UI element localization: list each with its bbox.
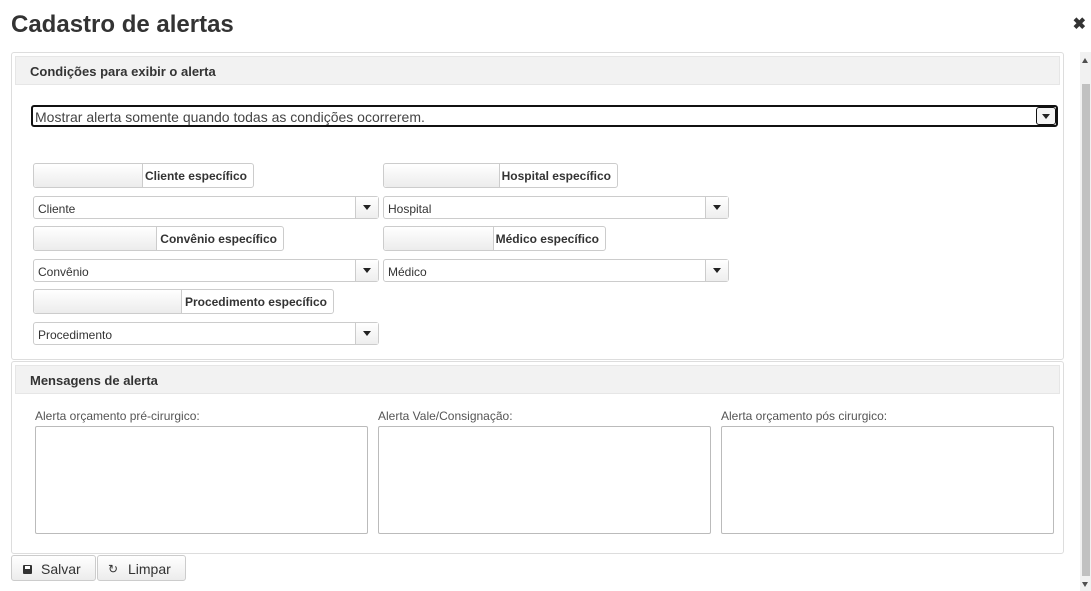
dialog-content: Condições para exibir o alerta Mostrar a…	[0, 52, 1080, 591]
vertical-scrollbar[interactable]	[1080, 52, 1091, 591]
convenio-especifico-toggle[interactable]: Convênio específico	[33, 226, 284, 251]
hospital-select[interactable]: Hospital	[383, 196, 729, 219]
clear-button-label: Limpar	[128, 561, 171, 577]
caret-down-icon	[713, 205, 721, 210]
pos-cirurgico-textarea[interactable]	[721, 426, 1054, 534]
save-button[interactable]: Salvar	[11, 555, 96, 581]
procedimento-select[interactable]: Procedimento	[33, 322, 379, 345]
caret-down-icon	[363, 331, 371, 336]
cliente-especifico-label: Cliente específico	[144, 169, 247, 183]
procedimento-select-value: Procedimento	[38, 328, 113, 342]
toggle-switch[interactable]	[384, 227, 494, 250]
refresh-icon: ↻	[108, 562, 119, 576]
messages-panel: Mensagens de alerta Alerta orçamento pré…	[11, 361, 1064, 554]
dialog-titlebar: Cadastro de alertas ✖	[0, 0, 1091, 52]
pre-cirurgico-label: Alerta orçamento pré-cirurgico:	[35, 409, 200, 423]
scrollbar-thumb[interactable]	[1082, 84, 1090, 576]
cliente-select-value: Cliente	[38, 202, 76, 216]
clear-button[interactable]: ↻ Limpar	[97, 555, 186, 581]
hospital-dropdown-button[interactable]	[705, 197, 728, 218]
procedimento-especifico-toggle[interactable]: Procedimento específico	[33, 289, 334, 314]
condition-mode-value: Mostrar alerta somente quando todas as c…	[35, 109, 425, 125]
convenio-especifico-label: Convênio específico	[160, 232, 277, 246]
procedimento-especifico-label: Procedimento específico	[184, 295, 327, 309]
medico-especifico-label: Médico específico	[495, 232, 599, 246]
procedimento-dropdown-button[interactable]	[355, 323, 378, 344]
caret-down-icon	[363, 268, 371, 273]
conditions-panel-header: Condições para exibir o alerta	[15, 56, 1060, 85]
save-button-label: Salvar	[41, 561, 81, 577]
toggle-switch[interactable]	[34, 227, 157, 250]
medico-dropdown-button[interactable]	[705, 260, 728, 281]
condition-mode-dropdown-button[interactable]	[1036, 107, 1056, 125]
toggle-switch[interactable]	[384, 164, 500, 187]
messages-panel-header: Mensagens de alerta	[15, 365, 1060, 394]
messages-panel-title: Mensagens de alerta	[30, 373, 158, 388]
cliente-select[interactable]: Cliente	[33, 196, 379, 219]
caret-down-icon	[713, 268, 721, 273]
hospital-select-value: Hospital	[388, 202, 432, 216]
vale-consignacao-label: Alerta Vale/Consignação:	[378, 409, 513, 423]
cliente-especifico-toggle[interactable]: Cliente específico	[33, 163, 254, 188]
pre-cirurgico-textarea[interactable]	[35, 426, 368, 534]
medico-select[interactable]: Médico	[383, 259, 729, 282]
hospital-especifico-toggle[interactable]: Hospital específico	[383, 163, 618, 188]
caret-down-icon	[1042, 114, 1050, 119]
conditions-panel: Condições para exibir o alerta Mostrar a…	[11, 52, 1064, 360]
scroll-down-arrow-icon[interactable]	[1082, 582, 1088, 587]
caret-down-icon	[363, 205, 371, 210]
conditions-panel-title: Condições para exibir o alerta	[30, 64, 216, 79]
hospital-especifico-label: Hospital específico	[501, 169, 611, 183]
vale-consignacao-textarea[interactable]	[378, 426, 711, 534]
condition-mode-select[interactable]: Mostrar alerta somente quando todas as c…	[31, 105, 1058, 127]
pos-cirurgico-label: Alerta orçamento pós cirurgico:	[721, 409, 888, 423]
scroll-up-arrow-icon[interactable]	[1082, 58, 1088, 63]
medico-especifico-toggle[interactable]: Médico específico	[383, 226, 606, 251]
convenio-dropdown-button[interactable]	[355, 260, 378, 281]
medico-select-value: Médico	[388, 265, 427, 279]
toggle-switch[interactable]	[34, 164, 143, 187]
convenio-select-value: Convênio	[38, 265, 89, 279]
close-icon[interactable]: ✖	[1073, 14, 1086, 34]
cliente-dropdown-button[interactable]	[355, 197, 378, 218]
convenio-select[interactable]: Convênio	[33, 259, 379, 282]
toggle-switch[interactable]	[34, 290, 182, 313]
dialog-title: Cadastro de alertas	[11, 11, 234, 38]
floppy-disk-icon	[23, 565, 32, 574]
